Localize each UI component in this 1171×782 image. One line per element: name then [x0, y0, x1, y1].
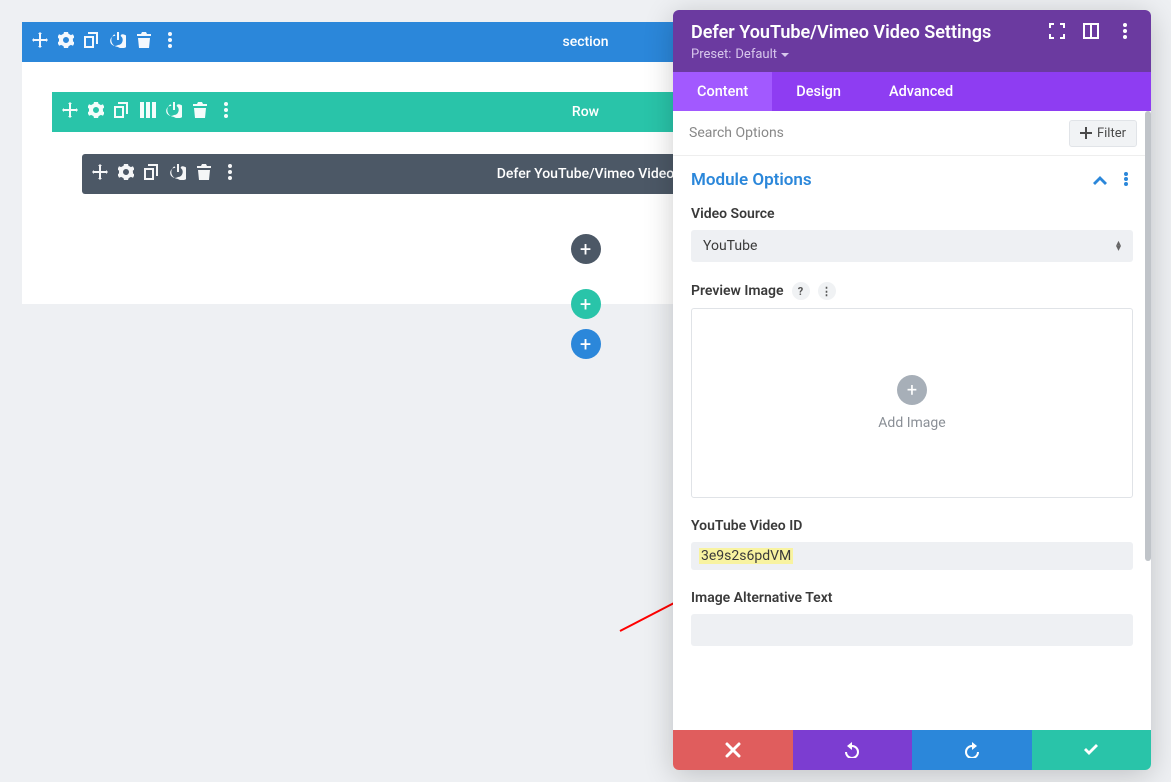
trash-icon[interactable] — [136, 32, 152, 52]
search-row: Filter — [673, 111, 1151, 156]
scrollbar[interactable] — [1145, 111, 1151, 561]
trash-icon[interactable] — [196, 164, 212, 184]
plus-icon — [1080, 127, 1092, 139]
power-icon[interactable] — [166, 102, 182, 122]
select-value: YouTube — [703, 238, 757, 254]
settings-panel: Defer YouTube/Vimeo Video Settings Prese… — [673, 10, 1151, 770]
columns-icon[interactable] — [140, 102, 156, 122]
field-options-icon[interactable]: ⋮ — [818, 282, 836, 300]
tab-advanced[interactable]: Advanced — [865, 72, 977, 111]
search-input[interactable] — [687, 119, 1059, 147]
undo-button[interactable] — [793, 730, 913, 770]
tab-design[interactable]: Design — [772, 72, 865, 111]
gear-icon[interactable] — [58, 32, 74, 52]
more-icon[interactable] — [162, 32, 178, 52]
group-header: Module Options — [691, 170, 1133, 190]
field-video-source: Video Source YouTube ▴▾ — [691, 206, 1133, 262]
power-icon[interactable] — [170, 164, 186, 184]
field-label-youtube-id: YouTube Video ID — [691, 518, 1133, 534]
tab-content[interactable]: Content — [673, 72, 772, 111]
redo-button[interactable] — [912, 730, 1032, 770]
input-alt-text[interactable] — [691, 614, 1133, 646]
row-tools — [52, 102, 244, 122]
gear-icon[interactable] — [88, 102, 104, 122]
image-upload-area[interactable]: + Add Image — [691, 308, 1133, 498]
input-youtube-id[interactable]: 3e9s2s6pdVM — [691, 542, 1133, 570]
field-label-alt-text: Image Alternative Text — [691, 590, 1133, 606]
duplicate-icon[interactable] — [84, 32, 100, 52]
section-label: section — [563, 34, 609, 50]
move-icon[interactable] — [62, 102, 78, 122]
row-label: Row — [572, 104, 599, 120]
move-icon[interactable] — [32, 32, 48, 52]
help-icon[interactable]: ? — [792, 282, 810, 300]
field-label-preview-image: Preview Image — [691, 283, 784, 299]
preset-value: Default — [735, 47, 777, 62]
section-tools — [22, 32, 188, 52]
add-image-label: Add Image — [878, 415, 945, 431]
save-button[interactable] — [1032, 730, 1152, 770]
field-youtube-id: YouTube Video ID 3e9s2s6pdVM — [691, 518, 1133, 570]
panel-footer — [673, 730, 1151, 770]
youtube-id-value: 3e9s2s6pdVM — [699, 548, 793, 564]
filter-button[interactable]: Filter — [1069, 120, 1137, 147]
panel-title: Defer YouTube/Vimeo Video Settings — [691, 22, 991, 43]
trash-icon[interactable] — [192, 102, 208, 122]
field-preview-image: Preview Image ? ⋮ + Add Image — [691, 282, 1133, 498]
filter-label: Filter — [1097, 126, 1126, 141]
panel-body: Filter Module Options Video Source YouTu… — [673, 111, 1151, 730]
add-module-fab[interactable]: + — [571, 234, 601, 264]
module-tools — [82, 164, 248, 184]
duplicate-icon[interactable] — [144, 164, 160, 184]
cancel-button[interactable] — [673, 730, 793, 770]
add-section-fab[interactable]: + — [571, 329, 601, 359]
expand-icon[interactable] — [1049, 23, 1065, 43]
panel-header: Defer YouTube/Vimeo Video Settings Prese… — [673, 10, 1151, 72]
more-icon[interactable] — [1119, 171, 1133, 190]
select-caret-icon: ▴▾ — [1116, 241, 1121, 251]
field-label-video-source: Video Source — [691, 206, 1133, 222]
chevron-down-icon — [781, 51, 789, 59]
group-title: Module Options — [691, 170, 812, 190]
select-video-source[interactable]: YouTube ▴▾ — [691, 230, 1133, 262]
collapse-icon[interactable] — [1093, 171, 1107, 190]
add-fab-stack: + + — [571, 289, 601, 359]
move-icon[interactable] — [92, 164, 108, 184]
preset-prefix: Preset: — [691, 47, 731, 62]
more-icon[interactable] — [1117, 23, 1133, 43]
preset-selector[interactable]: Preset: Default — [691, 47, 1133, 62]
add-image-icon: + — [897, 375, 927, 405]
add-row-fab[interactable]: + — [571, 289, 601, 319]
tabs: Content Design Advanced — [673, 72, 1151, 111]
more-icon[interactable] — [222, 164, 238, 184]
module-label: Defer YouTube/Vimeo Video — [497, 166, 674, 182]
power-icon[interactable] — [110, 32, 126, 52]
gear-icon[interactable] — [118, 164, 134, 184]
duplicate-icon[interactable] — [114, 102, 130, 122]
snap-icon[interactable] — [1083, 23, 1099, 43]
field-alt-text: Image Alternative Text — [691, 590, 1133, 646]
more-icon[interactable] — [218, 102, 234, 122]
